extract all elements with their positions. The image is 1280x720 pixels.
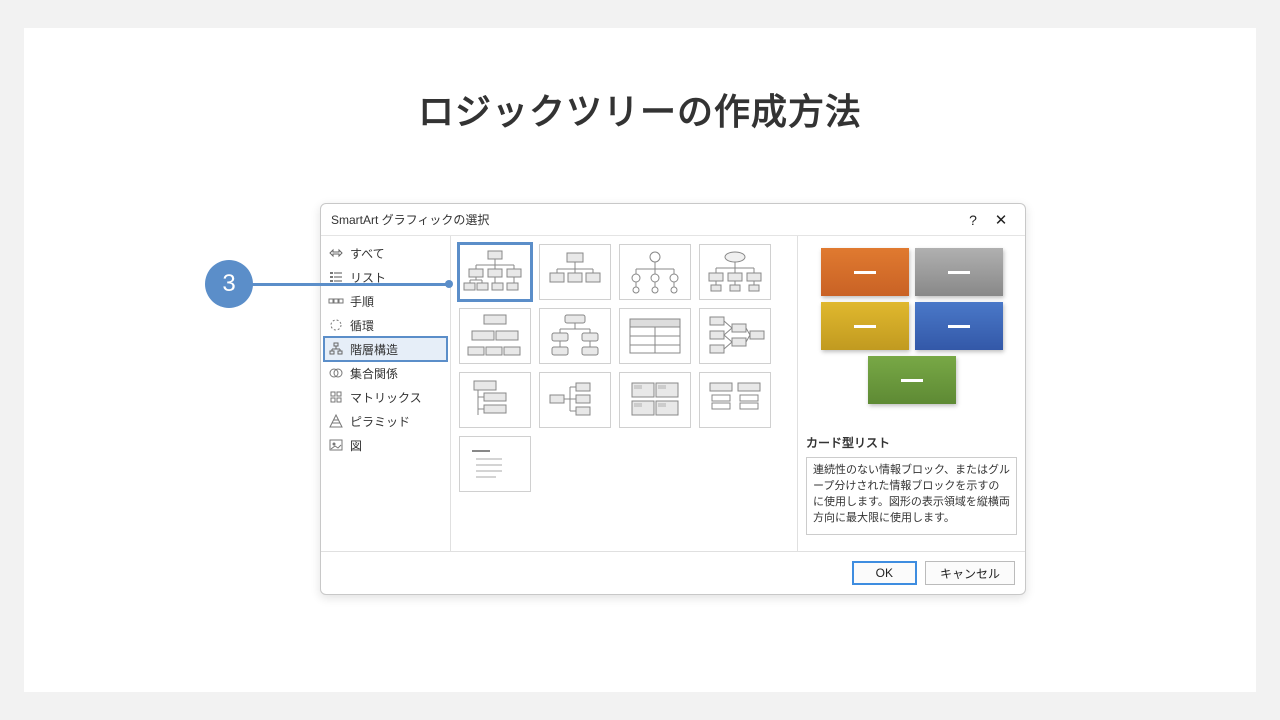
preview-description: 連続性のない情報ブロック、またはグループ分けされた情報ブロックを示すのに使用しま… (806, 457, 1017, 535)
dialog-footer: OK キャンセル (321, 552, 1025, 594)
layout-thumb[interactable] (539, 308, 611, 364)
layout-thumb[interactable] (699, 308, 771, 364)
dialog-title: SmartArt グラフィックの選択 (331, 211, 959, 228)
category-item-picture[interactable]: 図 (324, 433, 447, 457)
close-button[interactable]: ✕ (987, 208, 1015, 232)
preview-card (868, 356, 956, 404)
page-title: ロジックツリーの作成方法 (24, 83, 1256, 135)
preview-heading: カード型リスト (806, 434, 1017, 451)
picture-icon (328, 437, 344, 453)
preview-card (821, 248, 909, 296)
category-label: 図 (350, 437, 362, 454)
close-icon: ✕ (995, 211, 1008, 229)
category-label: 循環 (350, 317, 374, 334)
category-label: 階層構造 (350, 341, 398, 358)
process-icon (328, 293, 344, 309)
category-item-pyramid[interactable]: ピラミッド (324, 409, 447, 433)
step-badge: 3 (205, 260, 253, 308)
category-label: マトリックス (350, 389, 422, 406)
slide: ロジックツリーの作成方法 3 SmartArt グラフィックの選択 ? ✕ すべ… (24, 28, 1256, 692)
preview-image (806, 244, 1017, 424)
preview-card (821, 302, 909, 350)
layout-thumb[interactable] (699, 244, 771, 300)
category-item-relationship[interactable]: 集合関係 (324, 361, 447, 385)
annotation-connector (249, 283, 449, 286)
matrix-icon (328, 389, 344, 405)
layout-thumb[interactable] (619, 372, 691, 428)
category-label: ピラミッド (350, 413, 410, 430)
category-label: 集合関係 (350, 365, 398, 382)
help-button[interactable]: ? (959, 208, 987, 232)
smartart-dialog: SmartArt グラフィックの選択 ? ✕ すべて (320, 203, 1026, 595)
help-icon: ? (969, 212, 977, 228)
layout-thumb[interactable] (699, 372, 771, 428)
all-icon (328, 245, 344, 261)
preview-card (915, 248, 1003, 296)
category-item-cycle[interactable]: 循環 (324, 313, 447, 337)
category-item-hierarchy[interactable]: 階層構造 (323, 336, 448, 362)
layout-thumb[interactable] (619, 244, 691, 300)
cycle-icon (328, 317, 344, 333)
layout-thumb[interactable] (539, 372, 611, 428)
layout-thumb[interactable] (539, 244, 611, 300)
layout-thumb[interactable] (459, 436, 531, 492)
category-item-matrix[interactable]: マトリックス (324, 385, 447, 409)
layout-thumb[interactable] (459, 372, 531, 428)
layout-thumb[interactable] (619, 308, 691, 364)
category-item-process[interactable]: 手順 (324, 289, 447, 313)
preview-card (915, 302, 1003, 350)
layout-grid (451, 236, 797, 551)
category-label: 手順 (350, 293, 374, 310)
preview-panel: カード型リスト 連続性のない情報ブロック、またはグループ分けされた情報ブロックを… (797, 236, 1025, 551)
relationship-icon (328, 365, 344, 381)
pyramid-icon (328, 413, 344, 429)
layout-thumb[interactable] (457, 242, 533, 302)
category-label: すべて (350, 245, 385, 262)
ok-button[interactable]: OK (852, 561, 917, 585)
hierarchy-icon (328, 341, 344, 357)
layout-thumb[interactable] (459, 308, 531, 364)
dialog-titlebar: SmartArt グラフィックの選択 ? ✕ (321, 204, 1025, 236)
category-item-all[interactable]: すべて (324, 241, 447, 265)
cancel-button[interactable]: キャンセル (925, 561, 1015, 585)
